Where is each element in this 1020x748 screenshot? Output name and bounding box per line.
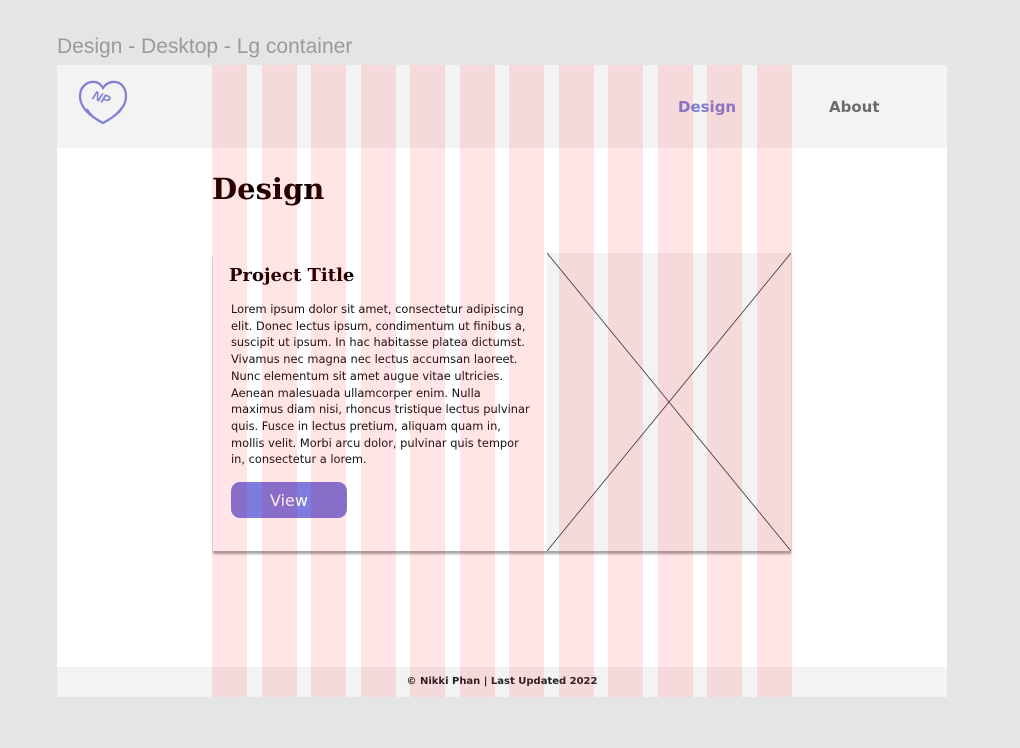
image-placeholder-icon xyxy=(546,252,792,552)
project-description: Lorem ipsum dolor sit amet, consectetur … xyxy=(231,302,530,467)
footer-copyright: © Nikki Phan | Last Updated 2022 xyxy=(406,676,598,687)
site-header: NP Design About xyxy=(57,65,947,148)
project-title: Project Title xyxy=(229,265,355,286)
page-title: Design xyxy=(212,172,325,206)
site-footer: © Nikki Phan | Last Updated 2022 xyxy=(57,667,947,697)
page-frame: NP Design About Design Project Title Lor… xyxy=(57,65,947,697)
frame-label: Design - Desktop - Lg container xyxy=(57,35,353,58)
view-button[interactable]: View xyxy=(231,482,347,518)
project-card: Project Title Lorem ipsum dolor sit amet… xyxy=(213,252,792,552)
nav-design[interactable]: Design xyxy=(678,98,736,116)
svg-text:NP: NP xyxy=(90,87,112,107)
project-image-placeholder xyxy=(546,252,792,552)
heart-logo-icon[interactable]: NP xyxy=(75,75,131,131)
nav-about[interactable]: About xyxy=(829,98,880,116)
